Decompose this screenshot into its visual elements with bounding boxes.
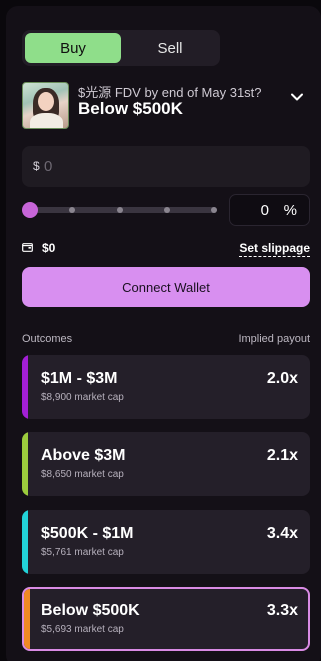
- slider-step-dot[interactable]: [164, 207, 170, 213]
- outcome-market-cap: $5,693 market cap: [41, 624, 124, 635]
- outcome-card-selected[interactable]: Below $500K $5,693 market cap 3.3x: [22, 587, 310, 651]
- outcome-name: Below $500K: [41, 602, 140, 619]
- outcome-market-cap: $8,650 market cap: [41, 469, 124, 480]
- outcome-color-bar: [22, 355, 28, 419]
- outcome-name: $500K - $1M: [41, 525, 134, 542]
- amount-field[interactable]: $: [22, 146, 310, 187]
- market-thumbnail: [22, 82, 69, 129]
- outcome-card[interactable]: Above $3M $8,650 market cap 2.1x: [22, 432, 310, 496]
- outcome-color-bar: [22, 510, 28, 574]
- amount-slider[interactable]: [22, 200, 218, 220]
- outcome-card[interactable]: $500K - $1M $5,761 market cap 3.4x: [22, 510, 310, 574]
- outcome-market-cap: $8,900 market cap: [41, 392, 124, 403]
- outcome-color-bar: [24, 589, 30, 649]
- outcomes-label: Outcomes: [22, 333, 73, 345]
- wallet-row: $0 Set slippage: [22, 240, 310, 258]
- selected-outcome-title: Below $500K: [78, 99, 183, 118]
- outcomes-header: Outcomes Implied payout: [22, 333, 310, 345]
- outcome-color-bar: [22, 432, 28, 496]
- connect-wallet-button[interactable]: Connect Wallet: [22, 267, 310, 307]
- wallet-icon: [22, 243, 33, 252]
- slider-handle[interactable]: [22, 202, 38, 218]
- implied-payout-label: Implied payout: [238, 333, 310, 345]
- percent-input[interactable]: 0 %: [229, 194, 310, 226]
- outcome-payout: 2.0x: [266, 370, 298, 387]
- amount-input[interactable]: [44, 154, 294, 178]
- outcome-name: Above $3M: [41, 447, 126, 464]
- set-slippage-link[interactable]: Set slippage: [239, 241, 310, 257]
- slider-step-dot[interactable]: [211, 207, 217, 213]
- outcome-payout: 3.4x: [266, 525, 298, 542]
- outcome-market-cap: $5,761 market cap: [41, 547, 124, 558]
- outcome-name: $1M - $3M: [41, 370, 118, 387]
- slider-step-dot[interactable]: [69, 207, 75, 213]
- buy-tab[interactable]: Buy: [25, 33, 121, 63]
- buy-sell-toggle: Buy Sell: [22, 30, 220, 66]
- wallet-balance: $0: [42, 241, 56, 255]
- outcome-payout: 2.1x: [266, 447, 298, 464]
- outcome-card[interactable]: $1M - $3M $8,900 market cap 2.0x: [22, 355, 310, 419]
- chevron-down-icon[interactable]: [290, 90, 304, 104]
- slider-step-dot[interactable]: [117, 207, 123, 213]
- outcome-payout: 3.3x: [266, 602, 298, 619]
- market-selector[interactable]: $光源 FDV by end of May 31st? Below $500K: [22, 82, 310, 132]
- currency-symbol: $: [33, 159, 40, 173]
- percent-value: 0: [260, 202, 269, 219]
- percent-sign: %: [283, 202, 297, 219]
- sell-tab[interactable]: Sell: [123, 33, 217, 63]
